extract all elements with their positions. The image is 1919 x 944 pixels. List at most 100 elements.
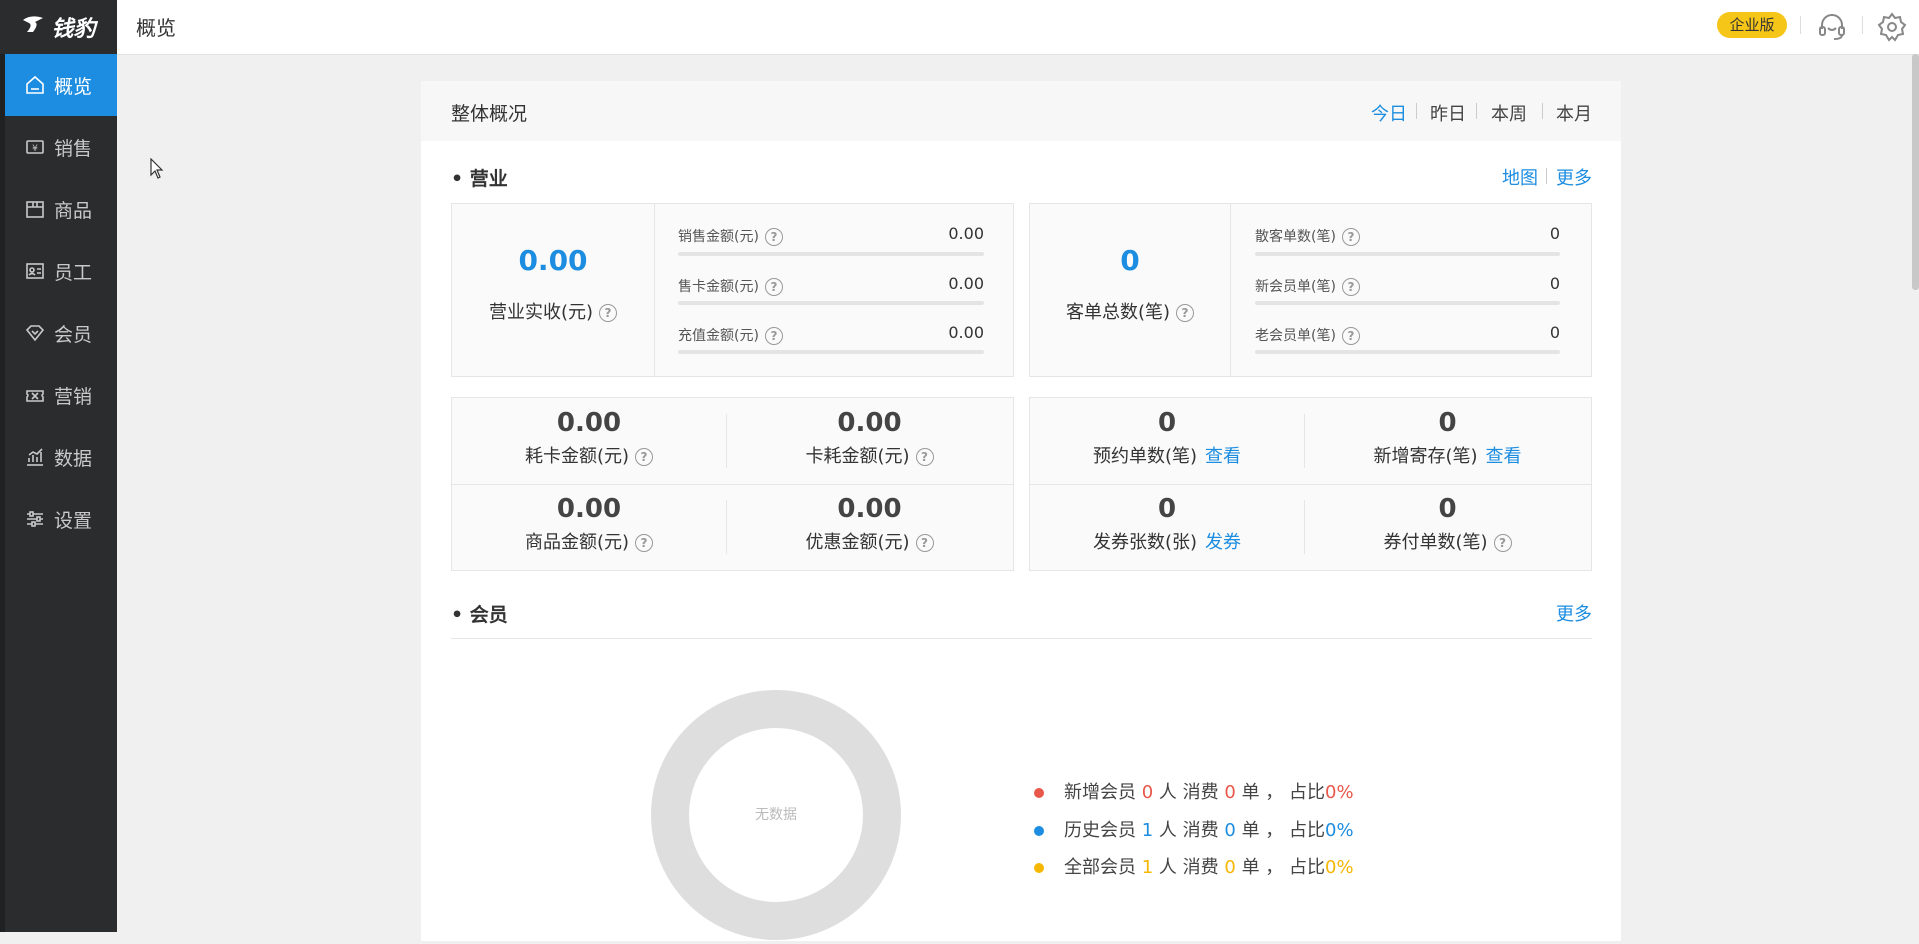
overview-header: 整体概况 今日 昨日 本周 本月	[421, 81, 1621, 141]
help-icon[interactable]: ?	[764, 228, 783, 246]
discount-amount-label: 优惠金额(元)?	[726, 528, 1013, 554]
sales-amount-value: 0.00	[948, 224, 984, 243]
sidebar-item-settings[interactable]: 设置	[5, 488, 117, 550]
help-icon[interactable]: ?	[1176, 304, 1195, 322]
issue-coupon-link[interactable]: 发券	[1205, 532, 1241, 553]
revenue-label-text: 营业实收(元)	[488, 302, 594, 323]
discount-amount-text: 优惠金额(元)	[805, 532, 910, 553]
ticket-icon	[24, 384, 46, 406]
orders-label-text: 客单总数(笔)	[1065, 302, 1171, 323]
page-title: 概览	[136, 16, 176, 40]
new-deposit-value: 0	[1438, 408, 1457, 438]
coupons-issued-text: 发券张数(张)	[1092, 532, 1198, 553]
divider	[451, 638, 1592, 639]
range-yesterday[interactable]: 昨日	[1430, 100, 1466, 126]
id-card-icon	[24, 260, 46, 282]
sidebar-item-data[interactable]: 数据	[5, 426, 117, 488]
sidebar-item-label: 销售	[54, 137, 93, 160]
sidebar-item-products[interactable]: 商品	[5, 178, 117, 240]
legend-mid2: 单 ， 占比	[1241, 857, 1326, 878]
sidebar-item-marketing[interactable]: 营销	[5, 364, 117, 426]
gear-icon[interactable]	[1876, 11, 1908, 43]
home-icon	[24, 74, 46, 96]
legend-ratio: 0%	[1325, 782, 1354, 803]
coupon-paid-value: 0	[1438, 494, 1457, 524]
help-icon[interactable]: ?	[764, 327, 783, 345]
diamond-icon	[24, 322, 46, 344]
discount-amount-value: 0.00	[837, 494, 902, 524]
appointment-count-text: 预约单数(笔)	[1092, 446, 1198, 467]
legend-dot	[1034, 826, 1044, 836]
help-icon[interactable]: ?	[915, 448, 934, 466]
help-icon[interactable]: ?	[764, 278, 783, 296]
members-more-link[interactable]: 更多	[1556, 600, 1592, 626]
coupons-issued-value: 0	[1157, 494, 1177, 524]
cash-icon: ¥	[24, 136, 46, 158]
sidebar-item-sales[interactable]: ¥ 销售	[5, 116, 117, 178]
sidebar-item-overview[interactable]: 概览	[5, 54, 117, 116]
sidebar-item-label: 商品	[54, 199, 93, 222]
legend-mid1: 人 消费	[1158, 857, 1219, 878]
sales-amount-text: 销售金额(元)	[678, 229, 759, 245]
new-member-orders-value: 0	[1549, 274, 1560, 293]
scrollbar-thumb[interactable]	[1912, 54, 1919, 290]
divider	[1800, 16, 1801, 34]
sidebar-item-label: 会员	[54, 323, 93, 346]
help-icon[interactable]: ?	[635, 534, 654, 552]
help-icon[interactable]: ?	[599, 304, 618, 322]
help-icon[interactable]: ?	[1493, 534, 1512, 552]
new-member-orders-label: 新会员单(笔)?	[1255, 276, 1360, 296]
help-icon[interactable]: ?	[915, 534, 934, 552]
sidebar-item-members[interactable]: 会员	[5, 302, 117, 364]
walkin-orders-text: 散客单数(笔)	[1255, 229, 1336, 245]
legend-prefix: 历史会员	[1064, 820, 1136, 841]
sidebar-item-staff[interactable]: 员工	[5, 240, 117, 302]
help-icon[interactable]: ?	[1341, 278, 1360, 296]
help-icon[interactable]: ?	[635, 448, 654, 466]
logo-text: 钱豹	[51, 17, 96, 42]
divider	[1862, 16, 1863, 34]
donut-empty-text: 无数据	[755, 807, 797, 823]
card-consume-label: 耗卡金额(元)?	[452, 442, 726, 468]
card-sale-value: 0.00	[948, 274, 984, 293]
recharge-bar	[678, 350, 984, 354]
range-month[interactable]: 本月	[1556, 100, 1592, 126]
legend-ratio: 0%	[1325, 820, 1354, 841]
recharge-label: 充值金额(元)?	[678, 325, 783, 345]
coupons-issued-label: 发券张数(张) 发券	[1030, 528, 1304, 554]
legend-all-members: 全部会员 1 人 消费 0 单 ， 占比0%	[1034, 853, 1354, 879]
old-member-orders-value: 0	[1549, 323, 1560, 342]
overview-title: 整体概况	[451, 103, 528, 125]
card-usage-value: 0.00	[837, 408, 902, 438]
business-more-link[interactable]: 更多	[1556, 164, 1592, 190]
help-icon[interactable]: ?	[1341, 327, 1360, 345]
card-sale-bar	[678, 301, 984, 305]
logo-mark-icon	[21, 14, 47, 40]
range-today[interactable]: 今日	[1371, 100, 1407, 126]
map-link[interactable]: 地图	[1502, 164, 1538, 190]
edition-badge[interactable]: 企业版	[1717, 12, 1787, 38]
range-week[interactable]: 本周	[1491, 100, 1527, 126]
walkin-orders-label: 散客单数(笔)?	[1255, 226, 1360, 246]
card-usage-label: 卡耗金额(元)?	[726, 442, 1013, 468]
recharge-text: 充值金额(元)	[678, 328, 759, 344]
mouse-cursor-icon	[150, 157, 164, 180]
sidebar-item-label: 概览	[54, 75, 93, 98]
legend-count: 1	[1141, 857, 1154, 878]
sales-amount-label: 销售金额(元)?	[678, 226, 783, 246]
coupon-paid-label: 券付单数(笔)?	[1304, 528, 1591, 554]
coupon-paid-text: 券付单数(笔)	[1383, 532, 1488, 553]
logo[interactable]: 钱豹	[0, 0, 117, 54]
top-bar: 钱豹 概览 企业版	[0, 0, 1919, 55]
divider	[452, 484, 1013, 485]
view-deposits-link[interactable]: 查看	[1486, 446, 1522, 467]
legend-new-members: 新增会员 0 人 消费 0 单 ， 占比0%	[1034, 778, 1354, 804]
help-icon[interactable]: ?	[1341, 228, 1360, 246]
legend-ratio: 0%	[1325, 857, 1354, 878]
card-usage-text: 卡耗金额(元)	[805, 446, 910, 467]
counts-panel: 0 预约单数(笔) 查看 0 新增寄存(笔) 查看 0 发券张数(张) 发券 0 券付…	[1029, 397, 1592, 571]
headset-icon[interactable]	[1816, 11, 1848, 43]
view-appointments-link[interactable]: 查看	[1205, 446, 1241, 467]
product-amount-text: 商品金额(元)	[524, 532, 630, 553]
svg-text:¥: ¥	[32, 144, 38, 154]
